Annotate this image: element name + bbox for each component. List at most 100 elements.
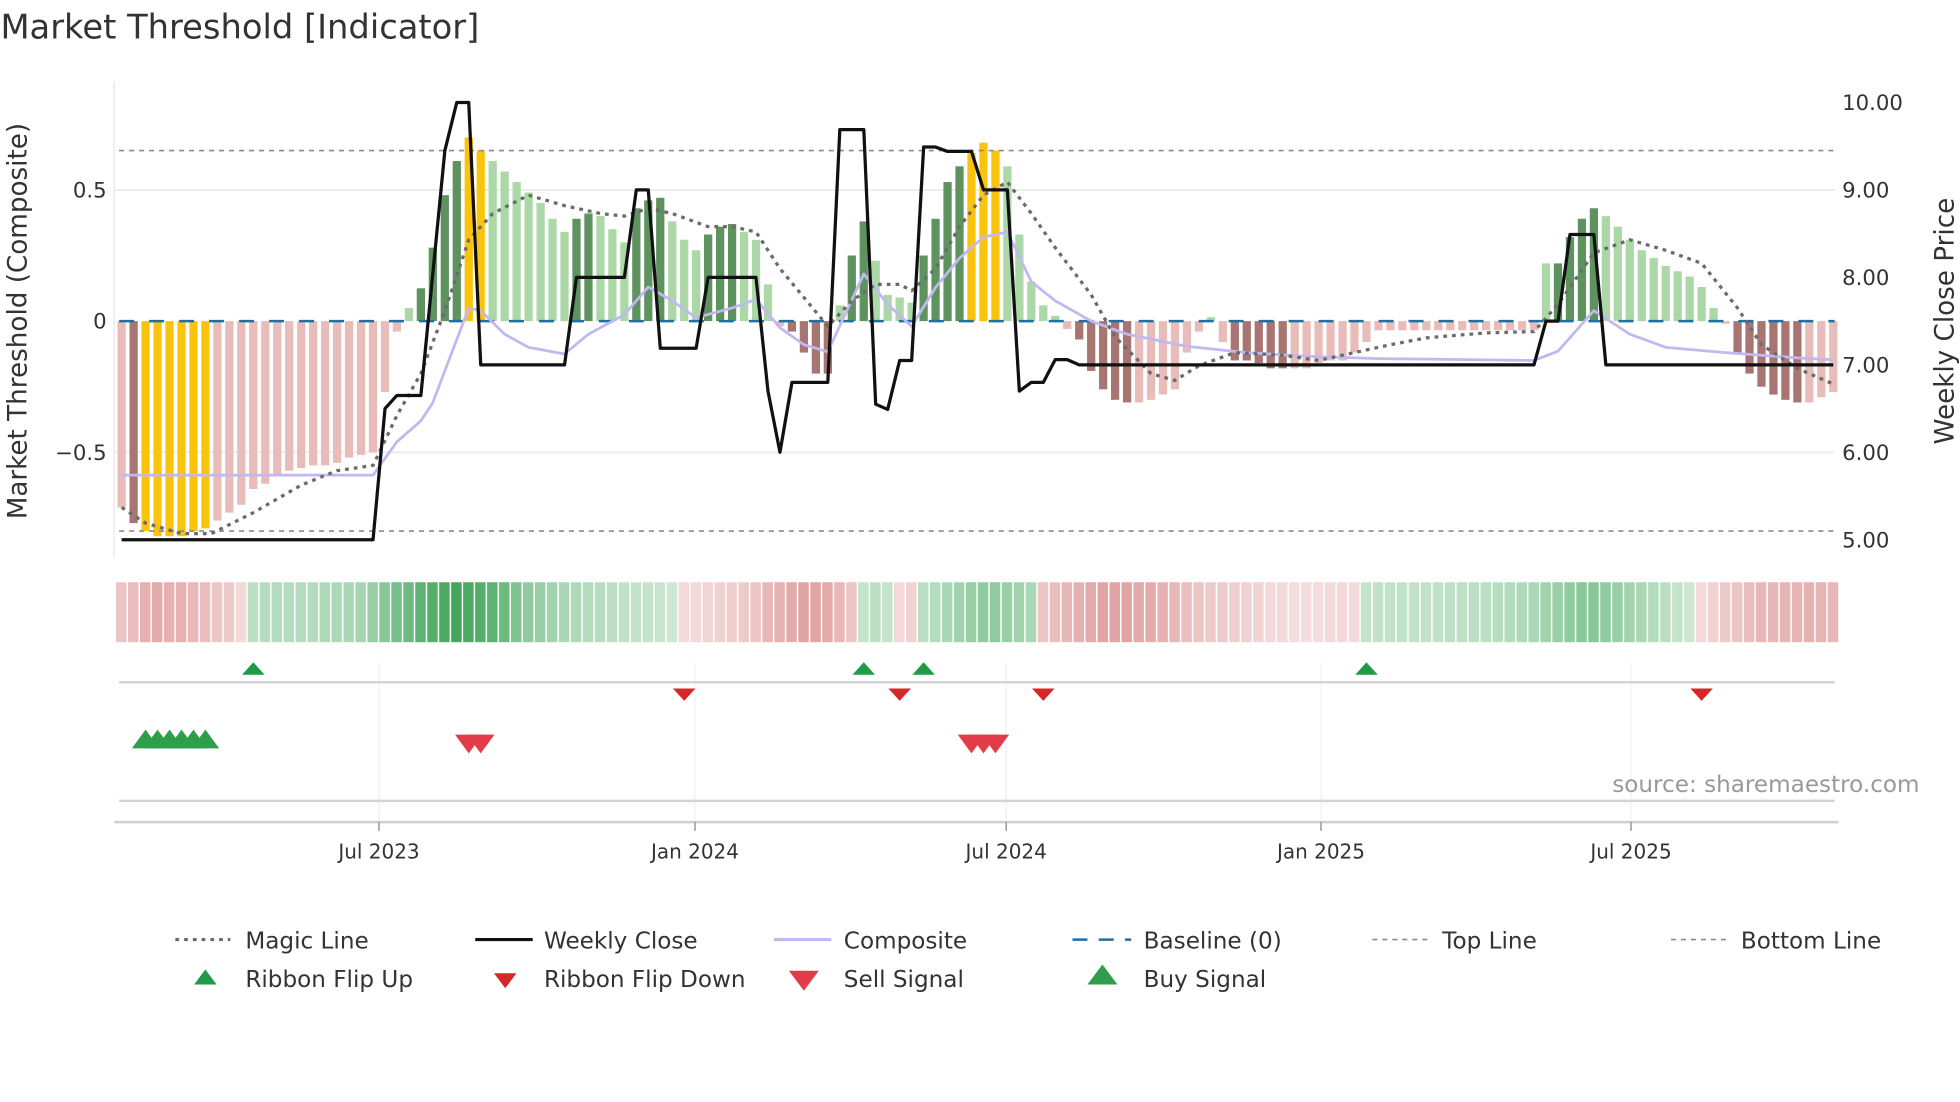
composite-bar: [165, 321, 174, 537]
y-right-tick-label: 10.00: [1842, 91, 1903, 116]
legend-item-magic-line: Magic Line: [175, 928, 369, 954]
signal-panel: [114, 662, 1839, 824]
ribbon-cell: [1480, 582, 1492, 643]
composite-bar: [1110, 321, 1120, 400]
ribbon-cell: [1360, 582, 1372, 643]
composite-bar: [596, 216, 605, 322]
composite-bar: [859, 221, 868, 322]
ribbon-cell: [1408, 582, 1420, 643]
legend-item-baseline: Baseline (0): [1072, 928, 1282, 954]
ribbon-strip: [116, 582, 1839, 643]
ribbon-cell: [439, 582, 450, 643]
ribbon-cell: [223, 582, 235, 643]
ribbon-cell: [917, 582, 929, 643]
composite-bar: [309, 321, 318, 466]
x-tick-labels: Jul 2023 Jan 2024 Jul 2024 Jan 2025 Jul 2025: [336, 822, 1672, 863]
ribbon-cell: [139, 582, 151, 643]
ribbon-cell: [582, 582, 594, 643]
legend-label: Magic Line: [245, 928, 368, 954]
ribbon-cell: [1660, 582, 1671, 643]
composite-bar: [440, 195, 449, 322]
ribbon-cell: [965, 582, 977, 643]
ribbon-cell: [1552, 582, 1563, 643]
ribbon-cell: [594, 582, 606, 643]
y-axis-right-label: Weekly Close Price: [1930, 198, 1960, 445]
ribbon-cell: [1624, 582, 1635, 643]
composite-bar: [1470, 321, 1479, 331]
ribbon-cell: [1767, 582, 1779, 643]
ribbon-cell: [1025, 582, 1037, 643]
composite-bar: [1529, 321, 1539, 331]
ribbon-cell: [1564, 582, 1575, 643]
composite-bar: [1733, 321, 1742, 353]
ribbon-cell: [1827, 582, 1839, 643]
ribbon-cell: [187, 582, 199, 643]
ribbon-cell: [1528, 582, 1539, 643]
ribbon-cell: [1468, 582, 1480, 643]
ribbon-cell: [127, 582, 139, 643]
composite-bar: [129, 321, 138, 524]
ribbon-cell: [319, 582, 330, 643]
composite-bar: [943, 182, 952, 322]
y-axis-left-label: Market Threshold (Composite): [4, 123, 34, 519]
composite-bar: [1482, 321, 1491, 331]
ribbon-cell: [1672, 582, 1683, 643]
composite-bar: [560, 231, 569, 322]
composite-bar: [1254, 321, 1263, 364]
ribbon-cell: [1121, 582, 1132, 643]
ribbon-cell: [1312, 582, 1324, 643]
legend-label: Weekly Close: [544, 928, 698, 954]
composite-bar: [787, 321, 797, 332]
composite-bar: [1805, 321, 1814, 403]
ribbon-cell: [1420, 582, 1432, 643]
composite-bar: [1649, 258, 1658, 322]
ribbon-cell: [1696, 582, 1707, 643]
ribbon-cell: [163, 582, 175, 643]
composite-bar: [488, 161, 497, 322]
composite-bar: [332, 321, 342, 463]
composite-bar: [1350, 321, 1359, 353]
composite-bar: [1398, 321, 1407, 331]
y-left-tick-label: −0.5: [55, 441, 107, 466]
composite-bar: [213, 321, 222, 521]
legend-label: Sell Signal: [844, 967, 964, 993]
ribbon-cell: [391, 582, 402, 643]
x-tick-label: Jan 2025: [1275, 839, 1365, 863]
composite-bar: [500, 171, 509, 322]
composite-bar: [1769, 321, 1778, 395]
ribbon-cell: [1289, 582, 1300, 643]
legend-item-buy-signal: Buy Signal: [1087, 964, 1266, 993]
ribbon-cell: [798, 582, 809, 643]
ribbon-flip-down-marker: [672, 688, 696, 701]
composite-bar: [177, 321, 186, 537]
composite-bar: [668, 221, 677, 322]
ribbon-cell: [1061, 582, 1073, 643]
ribbon-cell: [1372, 582, 1384, 643]
composite-bar: [368, 321, 378, 453]
ribbon-cell: [511, 582, 522, 643]
ribbon-cell: [1324, 582, 1336, 643]
ribbon-cell: [1181, 582, 1192, 643]
ribbon-cell: [1612, 582, 1623, 643]
ribbon-cell: [1684, 582, 1695, 643]
ribbon-cell: [367, 582, 378, 643]
composite-bar: [392, 321, 402, 332]
composite-bar: [189, 321, 198, 532]
composite-bar: [153, 321, 162, 537]
composite-bar: [1039, 305, 1048, 322]
composite-bar: [225, 321, 234, 513]
ribbon-cell: [894, 582, 905, 643]
ribbon-cell: [1073, 582, 1085, 643]
composite-bar: [1517, 321, 1527, 331]
ribbon-cell: [522, 582, 534, 643]
composite-bar: [1326, 321, 1335, 361]
ribbon-cell: [666, 582, 678, 643]
composite-bar: [608, 229, 617, 322]
composite-bar: [141, 321, 150, 532]
ribbon-cell: [630, 582, 642, 643]
ribbon-cell: [558, 582, 570, 643]
ribbon-cell: [1731, 582, 1743, 643]
x-tick-label: Jan 2024: [649, 839, 739, 863]
composite-bar: [1793, 321, 1802, 403]
ribbon-cell: [1169, 582, 1180, 643]
